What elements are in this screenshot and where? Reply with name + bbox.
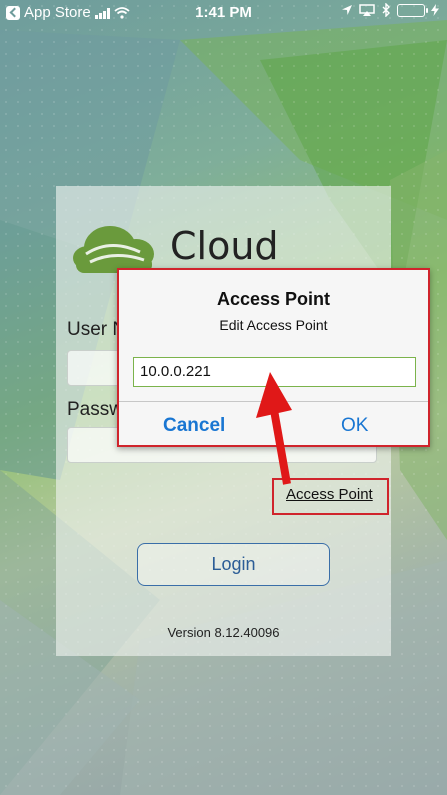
app-screen: App Store 1:41 PM Cloud User N Passw Acc… xyxy=(0,0,447,795)
charging-icon xyxy=(431,4,439,16)
access-point-highlight xyxy=(272,478,389,515)
airplay-icon xyxy=(359,3,375,16)
cancel-button[interactable]: Cancel xyxy=(163,415,225,437)
access-point-input[interactable]: 10.0.0.221 xyxy=(133,357,416,387)
dialog-title: Access Point xyxy=(216,289,331,309)
dialog-message: Edit Access Point xyxy=(219,317,328,333)
version-label: Version 8.12.40096 xyxy=(167,625,280,640)
password-label: Passw xyxy=(67,399,123,420)
bluetooth-icon xyxy=(382,3,390,17)
status-icons xyxy=(341,3,439,17)
login-button[interactable]: Login xyxy=(137,543,330,586)
status-bar: App Store 1:41 PM xyxy=(0,0,447,26)
access-point-dialog: Access Point Edit Access Point 10.0.0.22… xyxy=(117,268,430,447)
dialog-divider xyxy=(119,401,428,402)
location-icon xyxy=(342,5,352,15)
ok-button[interactable]: OK xyxy=(341,415,368,437)
battery-icon xyxy=(397,3,428,17)
